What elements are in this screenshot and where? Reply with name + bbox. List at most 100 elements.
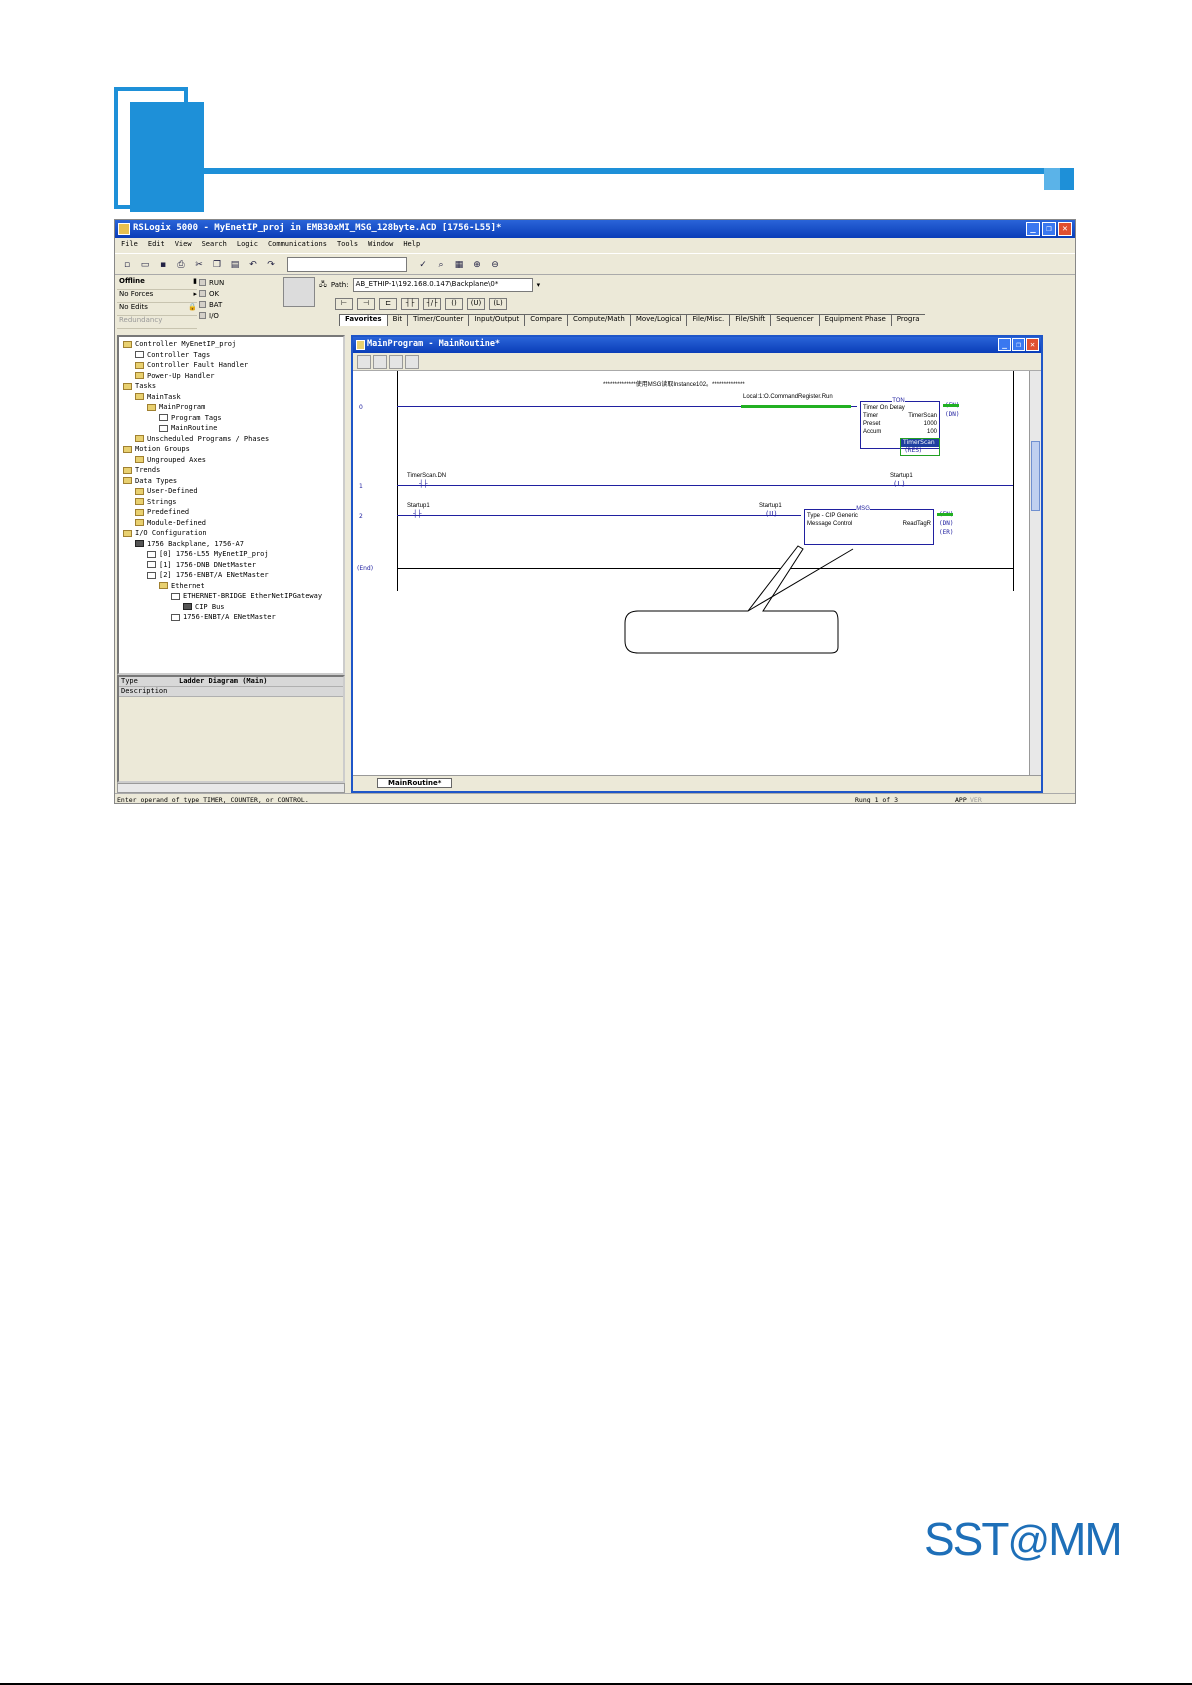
branch-level-icon[interactable]: ⊏ — [379, 298, 397, 310]
routine-close-button[interactable]: ✕ — [1026, 338, 1039, 351]
browse-icon[interactable]: ⌕ — [433, 257, 449, 273]
minimize-button[interactable]: _ — [1026, 222, 1040, 236]
properties-icon[interactable]: ▦ — [451, 257, 467, 273]
tree-node[interactable]: Tasks — [119, 381, 343, 392]
tree-node[interactable]: Motion Groups — [119, 444, 343, 455]
tab-equipment-phase[interactable]: Equipment Phase — [818, 314, 891, 326]
tree-node[interactable]: 1756 Backplane, 1756-A7 — [119, 539, 343, 550]
menu-logic[interactable]: Logic — [237, 240, 258, 250]
otu-icon[interactable]: (U) — [467, 298, 485, 310]
tree-node[interactable]: Program Tags — [119, 413, 343, 424]
tree-node[interactable]: MainTask — [119, 392, 343, 403]
controller-status-panel: Offline ▮ No Forces ▸ No Edits 🔒 Redundancy — [117, 277, 197, 331]
ote-icon[interactable]: () — [445, 298, 463, 310]
menu-communications[interactable]: Communications — [268, 240, 327, 250]
tab-mainroutine[interactable]: MainRoutine* — [377, 778, 453, 788]
tree-node[interactable]: Power-Up Handler — [119, 371, 343, 382]
open-icon[interactable]: ▭ — [137, 257, 153, 273]
forces-row[interactable]: No Forces ▸ — [117, 290, 197, 303]
tab-favorites[interactable]: Favorites — [339, 314, 387, 326]
zoom-out-icon[interactable]: ⊖ — [487, 257, 503, 273]
search-combo[interactable] — [287, 257, 407, 272]
print-icon[interactable]: ⎙ — [173, 257, 189, 273]
routine-restore-button[interactable]: ❐ — [1012, 338, 1025, 351]
tab-program[interactable]: Progra — [890, 314, 925, 326]
tree-node[interactable]: MainRoutine — [119, 423, 343, 434]
tree-node[interactable]: MainProgram — [119, 402, 343, 413]
copy-icon[interactable]: ❐ — [209, 257, 225, 273]
tree-node[interactable]: Controller MyEnetIP_proj — [119, 339, 343, 350]
scroll-thumb[interactable] — [1031, 441, 1040, 511]
tree-node[interactable]: Module-Defined — [119, 518, 343, 529]
tab-sequencer[interactable]: Sequencer — [770, 314, 819, 326]
routine-minimize-button[interactable]: _ — [998, 338, 1011, 351]
tab-move-logical[interactable]: Move/Logical — [629, 314, 687, 326]
rung-icon[interactable]: ⊢ — [335, 298, 353, 310]
ladder-tool-icon[interactable] — [405, 355, 419, 369]
path-input[interactable]: AB_ETHIP-1\192.168.0.147\Backplane\0* — [352, 278, 533, 292]
xio-icon[interactable]: ┤/├ — [423, 298, 441, 310]
tree-node-label: 1756 Backplane, 1756-A7 — [147, 539, 244, 548]
redo-icon[interactable]: ↷ — [263, 257, 279, 273]
status-app: APP — [955, 796, 967, 804]
menu-search[interactable]: Search — [202, 240, 227, 250]
xic-icon[interactable]: ┤├ — [401, 298, 419, 310]
branch-icon[interactable]: ⊣ — [357, 298, 375, 310]
tab-timer-counter[interactable]: Timer/Counter — [407, 314, 469, 326]
menu-view[interactable]: View — [175, 240, 192, 250]
menu-tools[interactable]: Tools — [337, 240, 358, 250]
tab-compare[interactable]: Compare — [524, 314, 568, 326]
dropdown-icon[interactable]: ▾ — [537, 281, 541, 289]
new-icon[interactable]: ▫ — [119, 257, 135, 273]
led-icon — [199, 301, 206, 308]
tree-node[interactable]: [2] 1756-ENBT/A ENetMaster — [119, 570, 343, 581]
tree-node[interactable]: I/O Configuration — [119, 528, 343, 539]
ladder-tool-icon[interactable] — [357, 355, 371, 369]
tree-node[interactable]: Predefined — [119, 507, 343, 518]
network-icon[interactable]: 🖧 — [319, 280, 327, 291]
header-rule-end-light — [1044, 168, 1060, 190]
tree-node[interactable]: Controller Tags — [119, 350, 343, 361]
close-button[interactable]: ✕ — [1058, 222, 1072, 236]
tree-node[interactable]: Ethernet — [119, 581, 343, 592]
verify-icon[interactable]: ✓ — [415, 257, 431, 273]
undo-icon[interactable]: ↶ — [245, 257, 261, 273]
tab-bit[interactable]: Bit — [386, 314, 408, 326]
tree-node[interactable]: Controller Fault Handler — [119, 360, 343, 371]
tree-node[interactable]: Data Types — [119, 476, 343, 487]
tree-node[interactable]: User-Defined — [119, 486, 343, 497]
menu-file[interactable]: File — [121, 240, 138, 250]
otl-icon[interactable]: (L) — [489, 298, 507, 310]
tree-node[interactable]: ETHERNET-BRIDGE EtherNetIPGateway — [119, 591, 343, 602]
ladder-tool-icon[interactable] — [373, 355, 387, 369]
paste-icon[interactable]: ▤ — [227, 257, 243, 273]
tab-input-output[interactable]: Input/Output — [468, 314, 525, 326]
tab-file-shift[interactable]: File/Shift — [729, 314, 771, 326]
path-bar: 🖧 Path: AB_ETHIP-1\192.168.0.147\Backpla… — [319, 277, 549, 293]
tree-node[interactable]: Strings — [119, 497, 343, 508]
restore-button[interactable]: ❐ — [1042, 222, 1056, 236]
tree-node[interactable]: Unscheduled Programs / Phases — [119, 434, 343, 445]
menu-edit[interactable]: Edit — [148, 240, 165, 250]
tree-node[interactable]: Trends — [119, 465, 343, 476]
tree-node[interactable]: 1756-ENBT/A ENetMaster — [119, 612, 343, 623]
ladder-tool-icon[interactable] — [389, 355, 403, 369]
tree-node[interactable]: [1] 1756-DNB DNetMaster — [119, 560, 343, 571]
folder-icon — [135, 487, 144, 495]
tab-compute-math[interactable]: Compute/Math — [567, 314, 630, 326]
tab-file-misc[interactable]: File/Misc. — [686, 314, 730, 326]
menu-help[interactable]: Help — [403, 240, 420, 250]
tree-node[interactable]: Ungrouped Axes — [119, 455, 343, 466]
tree-node[interactable]: CIP Bus — [119, 602, 343, 613]
edits-row[interactable]: No Edits 🔒 — [117, 303, 197, 316]
tree-scrollbar[interactable] — [117, 783, 345, 793]
cut-icon[interactable]: ✂ — [191, 257, 207, 273]
menu-window[interactable]: Window — [368, 240, 393, 250]
tree-node[interactable]: [0] 1756-L55 MyEnetIP_proj — [119, 549, 343, 560]
module-icon — [135, 540, 144, 548]
ladder-editor[interactable]: 0 **************使用MSG读取Instance102。*****… — [353, 371, 1029, 775]
zoom-in-icon[interactable]: ⊕ — [469, 257, 485, 273]
ladder-vertical-scrollbar[interactable] — [1029, 371, 1041, 775]
mode-row[interactable]: Offline ▮ — [117, 277, 197, 290]
save-icon[interactable]: ▪ — [155, 257, 171, 273]
